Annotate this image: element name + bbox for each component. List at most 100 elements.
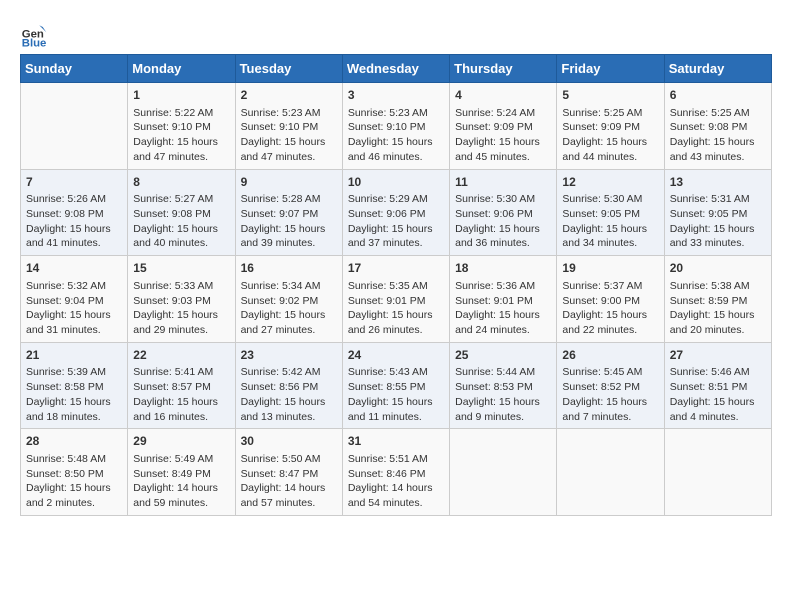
day-detail: Sunrise: 5:33 AM Sunset: 9:03 PM Dayligh…: [133, 279, 229, 338]
day-number: 24: [348, 347, 444, 364]
calendar-cell: 27Sunrise: 5:46 AM Sunset: 8:51 PM Dayli…: [664, 342, 771, 429]
day-number: 28: [26, 433, 122, 450]
day-detail: Sunrise: 5:34 AM Sunset: 9:02 PM Dayligh…: [241, 279, 337, 338]
calendar-cell: 16 Sunrise: 5:34 AM Sunset: 9:02 PM Dayli…: [235, 256, 342, 343]
header-thursday: Thursday: [450, 55, 557, 83]
calendar-cell: 1 Sunrise: 5:22 AM Sunset: 9:10 PM Daylig…: [128, 83, 235, 170]
day-detail: Sunrise: 5:36 AM Sunset: 9:01 PM Dayligh…: [455, 279, 551, 338]
day-number: 14: [26, 260, 122, 277]
day-number: 3: [348, 87, 444, 104]
calendar-week-row: 28Sunrise: 5:48 AM Sunset: 8:50 PM Dayli…: [21, 429, 772, 516]
day-number: 30: [241, 433, 337, 450]
calendar-cell: 8Sunrise: 5:27 AM Sunset: 9:08 PM Daylig…: [128, 169, 235, 256]
calendar-cell: 26Sunrise: 5:45 AM Sunset: 8:52 PM Dayli…: [557, 342, 664, 429]
day-detail: Sunrise: 5:42 AM Sunset: 8:56 PM Dayligh…: [241, 365, 337, 424]
calendar-cell: [557, 429, 664, 516]
day-number: 23: [241, 347, 337, 364]
header-wednesday: Wednesday: [342, 55, 449, 83]
calendar-cell: 29Sunrise: 5:49 AM Sunset: 8:49 PM Dayli…: [128, 429, 235, 516]
day-detail: Sunrise: 5:22 AM Sunset: 9:10 PM Dayligh…: [133, 106, 229, 165]
calendar-cell: 6Sunrise: 5:25 AM Sunset: 9:08 PM Daylig…: [664, 83, 771, 170]
calendar-week-row: 21Sunrise: 5:39 AM Sunset: 8:58 PM Dayli…: [21, 342, 772, 429]
day-number: 31: [348, 433, 444, 450]
day-detail: Sunrise: 5:23 AM Sunset: 9:10 PM Dayligh…: [348, 106, 444, 165]
day-number: 21: [26, 347, 122, 364]
calendar-cell: 30 Sunrise: 5:50 AM Sunset: 8:47 PM Dayli…: [235, 429, 342, 516]
calendar-cell: 31 Sunrise: 5:51 AM Sunset: 8:46 PM Dayli…: [342, 429, 449, 516]
day-detail: Sunrise: 5:24 AM Sunset: 9:09 PM Dayligh…: [455, 106, 551, 165]
day-number: 19: [562, 260, 658, 277]
calendar-body: 1 Sunrise: 5:22 AM Sunset: 9:10 PM Daylig…: [21, 83, 772, 516]
day-detail: Sunrise: 5:46 AM Sunset: 8:51 PM Dayligh…: [670, 365, 766, 424]
calendar-cell: 20 Sunrise: 5:38 AM Sunset: 8:59 PM Dayli…: [664, 256, 771, 343]
day-number: 17: [348, 260, 444, 277]
calendar-cell: 13Sunrise: 5:31 AM Sunset: 9:05 PM Dayli…: [664, 169, 771, 256]
calendar-cell: 11Sunrise: 5:30 AM Sunset: 9:06 PM Dayli…: [450, 169, 557, 256]
header-monday: Monday: [128, 55, 235, 83]
header-saturday: Saturday: [664, 55, 771, 83]
day-number: 8: [133, 174, 229, 191]
day-number: 27: [670, 347, 766, 364]
day-detail: Sunrise: 5:31 AM Sunset: 9:05 PM Dayligh…: [670, 192, 766, 251]
day-number: 12: [562, 174, 658, 191]
calendar-cell: 3 Sunrise: 5:23 AM Sunset: 9:10 PM Daylig…: [342, 83, 449, 170]
day-detail: Sunrise: 5:26 AM Sunset: 9:08 PM Dayligh…: [26, 192, 122, 251]
calendar-cell: 28Sunrise: 5:48 AM Sunset: 8:50 PM Dayli…: [21, 429, 128, 516]
calendar-cell: 24Sunrise: 5:43 AM Sunset: 8:55 PM Dayli…: [342, 342, 449, 429]
header-tuesday: Tuesday: [235, 55, 342, 83]
calendar-week-row: 1 Sunrise: 5:22 AM Sunset: 9:10 PM Daylig…: [21, 83, 772, 170]
calendar-cell: 22Sunrise: 5:41 AM Sunset: 8:57 PM Dayli…: [128, 342, 235, 429]
day-detail: Sunrise: 5:37 AM Sunset: 9:00 PM Dayligh…: [562, 279, 658, 338]
day-number: 25: [455, 347, 551, 364]
day-number: 9: [241, 174, 337, 191]
calendar-cell: 21Sunrise: 5:39 AM Sunset: 8:58 PM Dayli…: [21, 342, 128, 429]
day-number: 29: [133, 433, 229, 450]
calendar-cell: 7Sunrise: 5:26 AM Sunset: 9:08 PM Daylig…: [21, 169, 128, 256]
day-number: 11: [455, 174, 551, 191]
calendar-cell: 15 Sunrise: 5:33 AM Sunset: 9:03 PM Dayli…: [128, 256, 235, 343]
calendar-header-row: SundayMondayTuesdayWednesdayThursdayFrid…: [21, 55, 772, 83]
day-detail: Sunrise: 5:38 AM Sunset: 8:59 PM Dayligh…: [670, 279, 766, 338]
day-number: 5: [562, 87, 658, 104]
day-number: 15: [133, 260, 229, 277]
day-number: 6: [670, 87, 766, 104]
day-detail: Sunrise: 5:35 AM Sunset: 9:01 PM Dayligh…: [348, 279, 444, 338]
svg-text:Blue: Blue: [22, 37, 47, 48]
header-friday: Friday: [557, 55, 664, 83]
day-detail: Sunrise: 5:32 AM Sunset: 9:04 PM Dayligh…: [26, 279, 122, 338]
calendar-cell: [21, 83, 128, 170]
header-sunday: Sunday: [21, 55, 128, 83]
logo-icon: Gen Blue: [20, 20, 48, 48]
day-detail: Sunrise: 5:30 AM Sunset: 9:06 PM Dayligh…: [455, 192, 551, 251]
day-number: 10: [348, 174, 444, 191]
day-detail: Sunrise: 5:41 AM Sunset: 8:57 PM Dayligh…: [133, 365, 229, 424]
day-number: 22: [133, 347, 229, 364]
calendar-cell: 12Sunrise: 5:30 AM Sunset: 9:05 PM Dayli…: [557, 169, 664, 256]
day-number: 13: [670, 174, 766, 191]
day-detail: Sunrise: 5:25 AM Sunset: 9:09 PM Dayligh…: [562, 106, 658, 165]
day-number: 2: [241, 87, 337, 104]
day-number: 20: [670, 260, 766, 277]
day-number: 16: [241, 260, 337, 277]
calendar-cell: 10Sunrise: 5:29 AM Sunset: 9:06 PM Dayli…: [342, 169, 449, 256]
calendar-cell: [450, 429, 557, 516]
day-detail: Sunrise: 5:43 AM Sunset: 8:55 PM Dayligh…: [348, 365, 444, 424]
day-number: 7: [26, 174, 122, 191]
day-detail: Sunrise: 5:39 AM Sunset: 8:58 PM Dayligh…: [26, 365, 122, 424]
calendar-cell: 4Sunrise: 5:24 AM Sunset: 9:09 PM Daylig…: [450, 83, 557, 170]
calendar-cell: 17 Sunrise: 5:35 AM Sunset: 9:01 PM Dayli…: [342, 256, 449, 343]
logo: Gen Blue: [20, 20, 52, 48]
day-number: 1: [133, 87, 229, 104]
calendar-cell: [664, 429, 771, 516]
day-detail: Sunrise: 5:30 AM Sunset: 9:05 PM Dayligh…: [562, 192, 658, 251]
calendar-cell: 23Sunrise: 5:42 AM Sunset: 8:56 PM Dayli…: [235, 342, 342, 429]
calendar-cell: 14 Sunrise: 5:32 AM Sunset: 9:04 PM Dayli…: [21, 256, 128, 343]
page-header: Gen Blue: [20, 20, 772, 48]
day-number: 18: [455, 260, 551, 277]
day-detail: Sunrise: 5:44 AM Sunset: 8:53 PM Dayligh…: [455, 365, 551, 424]
day-number: 26: [562, 347, 658, 364]
day-detail: Sunrise: 5:51 AM Sunset: 8:46 PM Dayligh…: [348, 452, 444, 511]
day-detail: Sunrise: 5:50 AM Sunset: 8:47 PM Dayligh…: [241, 452, 337, 511]
calendar-cell: 5 Sunrise: 5:25 AM Sunset: 9:09 PM Daylig…: [557, 83, 664, 170]
calendar-cell: 2Sunrise: 5:23 AM Sunset: 9:10 PM Daylig…: [235, 83, 342, 170]
